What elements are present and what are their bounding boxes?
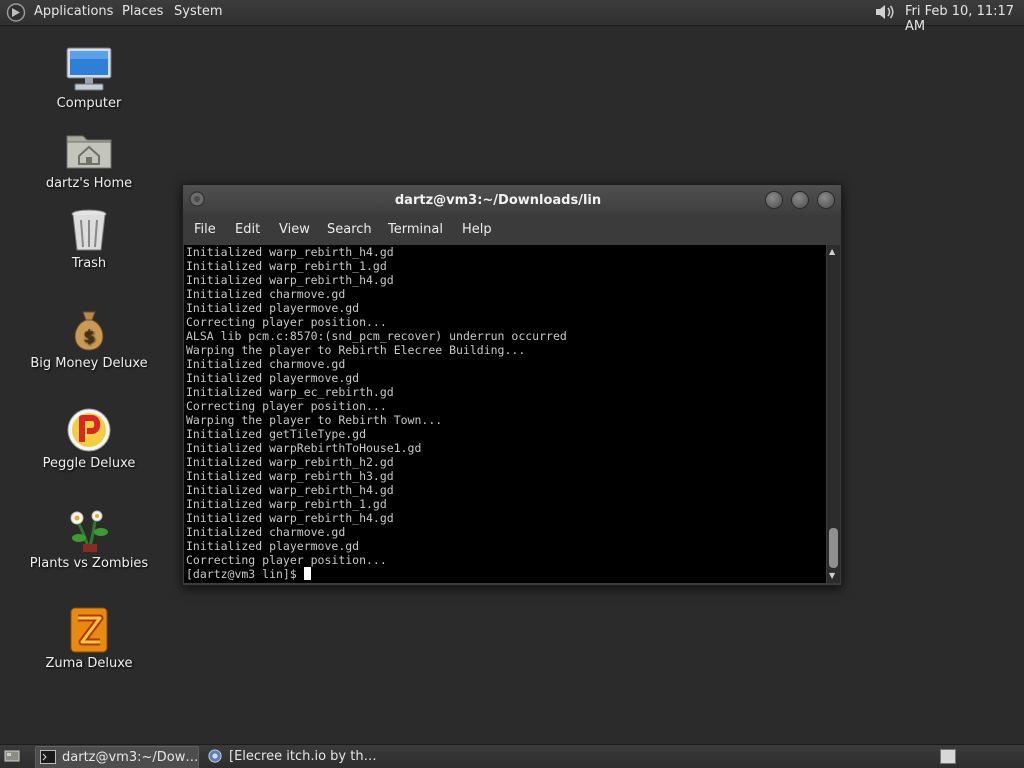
show-desktop-icon[interactable] bbox=[4, 748, 20, 764]
peggle-icon bbox=[67, 408, 111, 452]
desktop-icon-label: Big Money Deluxe bbox=[30, 356, 148, 371]
terminal-line: Initialized charmove.gd bbox=[186, 525, 346, 539]
terminal-line: Correcting player position... bbox=[186, 399, 387, 413]
svg-text:$: $ bbox=[83, 327, 95, 347]
terminal-output-area[interactable]: Initialized warp_rebirth_h4.gd Initializ… bbox=[184, 245, 826, 583]
applications-menu[interactable]: Applications bbox=[34, 4, 113, 19]
minimize-button[interactable] bbox=[765, 191, 783, 209]
terminal-line: Initialized warpRebirthToHouse1.gd bbox=[186, 441, 422, 455]
clock[interactable]: Fri Feb 10, 11:17 AM bbox=[905, 4, 1024, 34]
desktop-icon-label: Plants vs Zombies bbox=[29, 556, 149, 571]
window-titlebar[interactable]: dartz@vm3:~/Downloads/lin bbox=[183, 185, 841, 215]
zuma-icon bbox=[70, 607, 108, 653]
desktop-icon-home[interactable]: dartz's Home bbox=[24, 126, 154, 191]
terminal-line: Warping the player to Rebirth Elecree Bu… bbox=[186, 343, 526, 357]
desktop-icon-label: dartz's Home bbox=[45, 176, 133, 191]
terminal-line: Initialized warp_rebirth_h2.gd bbox=[186, 455, 394, 469]
terminal-line: Correcting player position... bbox=[186, 553, 387, 567]
terminal-line: Initialized charmove.gd bbox=[186, 287, 346, 301]
scroll-down-arrow-icon[interactable]: ▼ bbox=[829, 571, 835, 580]
plants-vs-zombies-icon bbox=[70, 510, 108, 552]
terminal-window: dartz@vm3:~/Downloads/lin File Edit View… bbox=[182, 184, 842, 586]
terminal-line: Initialized playermove.gd bbox=[186, 539, 360, 553]
terminal-line: ALSA lib pcm.c:8570:(snd_pcm_recover) un… bbox=[186, 329, 567, 343]
desktop-icon-big-money[interactable]: $ Big Money Deluxe bbox=[24, 306, 154, 371]
terminal-line: Correcting player position... bbox=[186, 315, 387, 329]
scrollbar-thumb[interactable] bbox=[829, 528, 838, 568]
terminal-icon bbox=[40, 750, 56, 764]
browser-icon bbox=[208, 749, 222, 763]
system-menu[interactable]: System bbox=[174, 4, 222, 19]
desktop-icon-label: Peggle Deluxe bbox=[42, 456, 136, 471]
desktop-icon-peggle[interactable]: Peggle Deluxe bbox=[24, 406, 154, 471]
desktop-icon-computer[interactable]: Computer bbox=[24, 46, 154, 111]
terminal-line: Initialized playermove.gd bbox=[186, 371, 360, 385]
menu-edit[interactable]: Edit bbox=[235, 222, 260, 237]
taskbar-item-terminal[interactable]: dartz@vm3:~/Dow… bbox=[35, 746, 199, 768]
terminal-line: Initialized getTileType.gd bbox=[186, 427, 367, 441]
terminal-menubar: File Edit View Search Terminal Help bbox=[183, 215, 841, 243]
menu-search[interactable]: Search bbox=[327, 222, 372, 237]
scroll-up-arrow-icon[interactable]: ▲ bbox=[829, 247, 835, 256]
computer-icon bbox=[66, 47, 112, 91]
distro-logo-icon[interactable] bbox=[6, 3, 26, 22]
terminal-line: Initialized warp_rebirth_h4.gd bbox=[186, 273, 394, 287]
taskbar-item-label: [Elecree itch.io by th… bbox=[229, 749, 377, 764]
prompt: [dartz@vm3 lin]$ bbox=[186, 567, 304, 581]
terminal-line: Initialized charmove.gd bbox=[186, 357, 346, 371]
terminal-line: Initialized warp_rebirth_h3.gd bbox=[186, 469, 394, 483]
terminal-output: Initialized warp_rebirth_h4.gd Initializ… bbox=[186, 245, 567, 581]
terminal-scrollbar[interactable]: ▲ ▼ bbox=[827, 245, 840, 583]
menu-file[interactable]: File bbox=[194, 222, 216, 237]
trash-icon bbox=[71, 209, 107, 251]
places-menu[interactable]: Places bbox=[122, 4, 163, 19]
home-folder-icon bbox=[66, 135, 112, 169]
desktop-icon-trash[interactable]: Trash bbox=[24, 206, 154, 271]
workspace-switcher[interactable] bbox=[940, 749, 956, 764]
menu-view[interactable]: View bbox=[279, 222, 310, 237]
bottom-panel: dartz@vm3:~/Dow… [Elecree itch.io by th… bbox=[0, 744, 1024, 768]
desktop-icon-zuma[interactable]: Zuma Deluxe bbox=[24, 606, 154, 671]
text-cursor bbox=[303, 567, 311, 580]
desktop-icon-label: Computer bbox=[56, 96, 122, 111]
terminal-line: Initialized playermove.gd bbox=[186, 301, 360, 315]
desktop-icon-plants-vs-zombies[interactable]: Plants vs Zombies bbox=[24, 506, 154, 571]
terminal-line: Initialized warp_rebirth_h4.gd bbox=[186, 483, 394, 497]
speaker-icon[interactable] bbox=[873, 2, 897, 22]
menu-terminal[interactable]: Terminal bbox=[388, 222, 443, 237]
top-panel: Applications Places System Fri Feb 10, 1… bbox=[0, 0, 1024, 34]
taskbar-item-label: dartz@vm3:~/Dow… bbox=[62, 750, 199, 765]
terminal-line: Initialized warp_ec_rebirth.gd bbox=[186, 385, 394, 399]
window-title: dartz@vm3:~/Downloads/lin bbox=[394, 193, 602, 208]
desktop-icon-label: Zuma Deluxe bbox=[45, 656, 133, 671]
close-button[interactable] bbox=[817, 191, 835, 209]
menu-help[interactable]: Help bbox=[462, 222, 492, 237]
terminal-line: Warping the player to Rebirth Town... bbox=[186, 413, 443, 427]
terminal-line: Initialized warp_rebirth_1.gd bbox=[186, 497, 387, 511]
money-bag-icon: $ bbox=[74, 311, 104, 351]
taskbar-item-browser[interactable]: [Elecree itch.io by th… bbox=[203, 746, 383, 767]
desktop-icon-label: Trash bbox=[71, 256, 107, 271]
terminal-line: Initialized warp_rebirth_h4.gd bbox=[186, 511, 394, 525]
terminal-line: Initialized warp_rebirth_h4.gd bbox=[186, 245, 394, 259]
maximize-button[interactable] bbox=[791, 191, 809, 209]
desktop: Applications Places System Fri Feb 10, 1… bbox=[0, 0, 1024, 768]
terminal-line: Initialized warp_rebirth_1.gd bbox=[186, 259, 387, 273]
